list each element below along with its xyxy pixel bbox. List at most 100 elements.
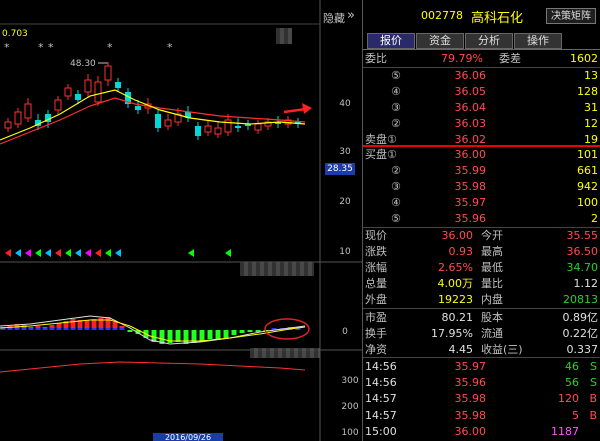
level-index: ③	[391, 180, 401, 193]
sell-level-row: ③ 36.04 31	[363, 100, 600, 116]
macd-bar-base	[70, 328, 76, 330]
macd-bar-base	[35, 328, 41, 330]
stat-row: 净资 4.45 收益(三) 0.337	[363, 342, 600, 358]
stat-value: 20813	[563, 293, 598, 306]
stock-title-row: 002778 高科石化 决策矩阵	[363, 6, 600, 26]
signal-marker-icon	[105, 249, 111, 257]
signal-marker-icon	[225, 249, 231, 257]
decision-matrix-button[interactable]: 决策矩阵	[546, 8, 596, 24]
signal-star-mark: *	[48, 41, 54, 54]
macd-bar-negative	[183, 330, 189, 344]
tick-volume: 5	[572, 408, 579, 422]
stat-value: 4.00万	[437, 277, 474, 290]
blurred-watermark	[240, 262, 314, 276]
tab-funds[interactable]: 资金	[416, 33, 464, 49]
sell-level-row: ② 36.03 12	[363, 116, 600, 132]
tick-price: 35.98	[454, 392, 487, 406]
price-tick-label: 20	[339, 197, 351, 207]
tick-price: 35.97	[454, 360, 487, 373]
buy-level-row: ② 35.99 661	[363, 163, 600, 179]
buy-volume: 100	[577, 196, 598, 209]
tab-analysis[interactable]: 分析	[465, 33, 513, 49]
stat-label: 换手	[365, 327, 387, 340]
tick-row: 14:57 35.98 5 B	[363, 408, 600, 424]
macd-tick-label: 0	[342, 327, 348, 337]
stat-label: 股本	[481, 311, 503, 324]
macd-bar-base	[7, 328, 13, 330]
tick-row: 15:00 36.00 1187	[363, 424, 600, 440]
signal-star-mark: *	[4, 41, 10, 54]
macd-bar-base	[42, 328, 48, 330]
stat-row: 涨幅 2.65% 最低 34.70	[363, 260, 600, 276]
tick-row: 14:56 35.97 46 S	[363, 359, 600, 375]
signal-marker-icon	[15, 249, 21, 257]
stat-row: 换手 17.95% 流通 0.22亿	[363, 326, 600, 342]
signal-marker-icon	[115, 249, 121, 257]
stat-value: 1.12	[573, 277, 599, 290]
volume-tick-label: 300	[341, 376, 358, 386]
stat-label: 最低	[481, 261, 503, 274]
signal-marker-icon	[75, 249, 81, 257]
buy-level-row: ③ 35.98 942	[363, 179, 600, 195]
candle-body-up	[164, 119, 172, 127]
tick-price: 35.98	[454, 408, 487, 422]
macd-bar-base	[77, 328, 83, 330]
macd-bar-base	[63, 328, 69, 330]
signal-star-mark: *	[38, 41, 44, 54]
stat-label: 现价	[365, 229, 387, 242]
stat-value: 19223	[438, 293, 473, 306]
sell-volume: 128	[577, 85, 598, 98]
kline-chart-canvas[interactable]: 4030201003002001000.703* * * * *48.302016/09…	[0, 0, 362, 441]
current-price-badge: 28.35	[325, 163, 355, 175]
level-index: ⑤	[391, 69, 401, 82]
candle-body-up	[214, 127, 222, 135]
stat-row: 涨跌 0.93 最高 36.50	[363, 244, 600, 260]
candle-body-up	[64, 87, 72, 97]
kline-chart-area[interactable]: 40 30 20 10 0 300 200 100 0.703 * * * * * 48.30 2016/09…	[0, 0, 362, 441]
buy-price: 35.99	[454, 164, 487, 177]
candle-body-up	[54, 99, 62, 111]
blurred-watermark	[276, 28, 292, 44]
macd-bar-base	[49, 328, 55, 330]
buy-price: 35.98	[454, 180, 487, 193]
buy-level-row: ④ 35.97 100	[363, 195, 600, 211]
stat-value: 0.22亿	[562, 327, 599, 340]
stat-value: 36.50	[566, 245, 599, 258]
macd-bar-negative	[127, 330, 133, 332]
order-ratio-value: 79.79%	[441, 52, 483, 65]
stat-label: 市盈	[365, 311, 387, 324]
macd-bar-base	[56, 328, 62, 330]
sell-price: 36.06	[454, 69, 487, 82]
tick-side: B	[589, 392, 597, 406]
signal-marker-icon	[65, 249, 71, 257]
tick-volume: 1187	[551, 424, 579, 438]
stat-label: 收益(三)	[481, 343, 523, 356]
candle-body-up	[94, 81, 102, 103]
trend-arrow-head-icon	[302, 103, 312, 114]
tick-side: S	[590, 376, 597, 390]
tick-side: S	[590, 360, 597, 373]
order-diff-label: 委差	[499, 52, 521, 65]
signal-marker-icon	[5, 249, 11, 257]
tab-operation[interactable]: 操作	[514, 33, 562, 49]
tick-time: 14:56	[365, 360, 397, 373]
buy-price: 35.97	[454, 196, 487, 209]
level-index: ④	[391, 196, 401, 209]
buy-price: 36.00	[454, 148, 487, 161]
macd-bar-negative	[231, 330, 237, 335]
level-index: ③	[391, 101, 401, 114]
collapse-arrow-icon[interactable]: »	[347, 8, 355, 23]
tick-volume: 120	[558, 392, 579, 406]
stat-label: 最高	[481, 245, 503, 258]
tab-quote[interactable]: 报价	[367, 33, 415, 49]
sell-level-row: ④ 36.05 128	[363, 84, 600, 100]
price-tick-label: 10	[339, 247, 351, 257]
macd-bar-negative	[223, 330, 229, 338]
hide-button[interactable]: 隐藏	[323, 10, 345, 26]
stat-value: 4.45	[448, 343, 474, 356]
price-tick-label: 40	[339, 99, 351, 109]
buy-label: 买盘	[365, 148, 387, 161]
signal-marker-icon	[25, 249, 31, 257]
stat-value: 2.65%	[438, 261, 473, 274]
macd-bar-negative	[207, 330, 213, 339]
